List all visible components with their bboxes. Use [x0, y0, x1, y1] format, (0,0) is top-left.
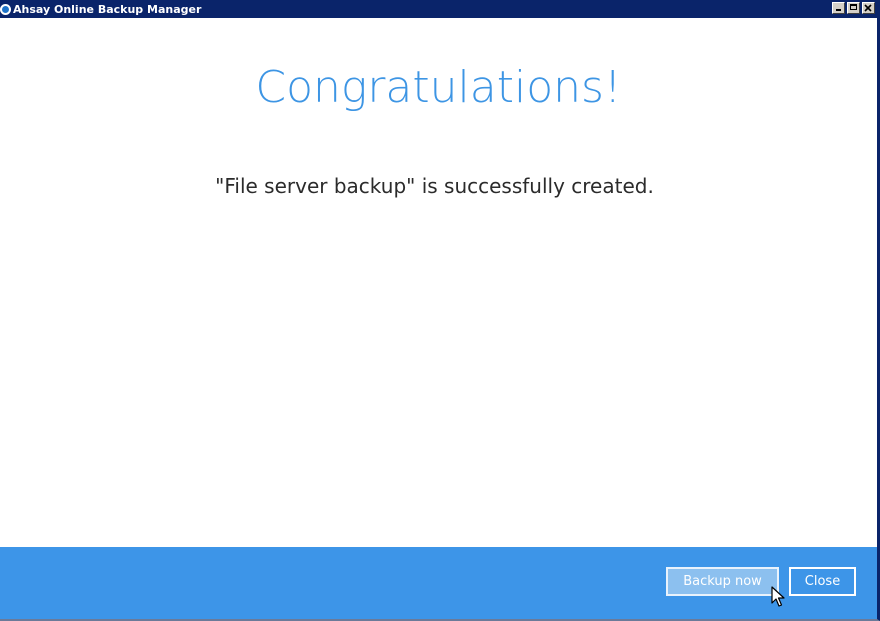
app-window: Ahsay Online Backup Manager Congratulati… — [0, 0, 880, 621]
minimize-icon[interactable] — [832, 2, 845, 14]
close-window-icon[interactable] — [862, 2, 875, 14]
mouse-pointer-icon — [771, 586, 785, 607]
window-title: Ahsay Online Backup Manager — [13, 2, 202, 16]
close-button[interactable]: Close — [789, 567, 856, 596]
success-message: "File server backup" is successfully cre… — [215, 174, 654, 198]
maximize-icon[interactable] — [847, 2, 860, 14]
main-content: Congratulations! "File server backup" is… — [0, 18, 877, 547]
window-controls — [832, 2, 875, 14]
footer-bar: Backup now Close — [0, 547, 877, 619]
title-bar[interactable]: Ahsay Online Backup Manager — [0, 0, 877, 18]
ahsay-app-icon — [0, 3, 11, 15]
backup-now-button[interactable]: Backup now — [666, 567, 779, 596]
congratulations-heading: Congratulations! — [255, 62, 622, 113]
